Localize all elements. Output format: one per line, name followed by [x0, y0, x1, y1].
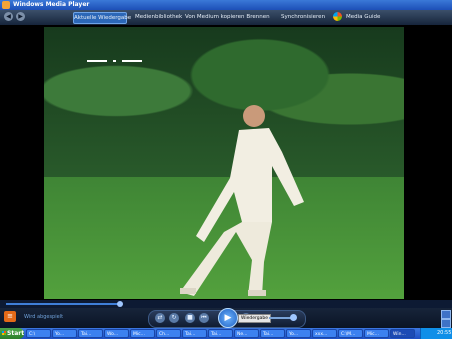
play-button[interactable]: ▶	[218, 308, 238, 328]
video-area[interactable]	[44, 27, 404, 299]
title-bar: Windows Media Player	[0, 0, 452, 10]
taskbar-item[interactable]: xxx...	[312, 329, 337, 338]
taskbar-item[interactable]: Tai...	[182, 329, 207, 338]
taskbar-item[interactable]: Mic...	[130, 329, 155, 338]
fullscreen-icon[interactable]	[441, 310, 451, 319]
switch-view-icon[interactable]	[441, 319, 451, 328]
previous-button[interactable]: ⏮	[199, 313, 209, 323]
start-button[interactable]: Start	[0, 328, 24, 339]
volume-thumb[interactable]	[290, 314, 297, 321]
tab-media-guide[interactable]: Media Guide	[346, 12, 380, 22]
media-guide-logo-icon	[333, 12, 342, 21]
taskbar-item[interactable]: Yo...	[52, 329, 77, 338]
taskbar-item[interactable]: C:\M...	[338, 329, 363, 338]
tab-burn[interactable]: Brennen	[246, 12, 270, 22]
seek-bar[interactable]	[0, 300, 452, 308]
taskbar-item[interactable]: Ne...	[234, 329, 259, 338]
tab-now-playing[interactable]: Aktuelle Wiedergabe	[73, 12, 131, 24]
video-osd-marks	[87, 60, 147, 64]
taskbar-item[interactable]: Mic...	[364, 329, 389, 338]
tab-sync[interactable]: Synchronisieren	[281, 12, 325, 22]
tai-chi-figure	[180, 105, 304, 296]
forward-button[interactable]: ▶	[16, 12, 25, 21]
navigation-bar: ◀ ▶ Aktuelle Wiedergabe Medienbibliothek…	[0, 10, 452, 25]
clock: 20:55	[437, 330, 452, 336]
window-title: Windows Media Player	[13, 1, 90, 8]
taskbar-item[interactable]: Tai...	[260, 329, 285, 338]
seek-progress	[6, 303, 121, 305]
back-button[interactable]: ◀	[4, 12, 13, 21]
stop-button[interactable]: ■	[185, 313, 195, 323]
shuffle-button[interactable]: ⇄	[155, 313, 165, 323]
taskbar-item[interactable]: Wo...	[104, 329, 129, 338]
taskbar-item[interactable]: Win...	[390, 329, 415, 338]
seek-thumb[interactable]	[117, 301, 124, 307]
status-text: Wird abgespielt	[24, 314, 64, 320]
taskbar-item[interactable]: Tai...	[78, 329, 103, 338]
wmp-app-icon	[2, 1, 10, 9]
taskbar: Start C:\ Yo... Tai... Wo... Mic... Ch... Tai.…	[0, 328, 452, 339]
tab-rip[interactable]: Von Medium kopieren	[185, 12, 244, 22]
taskbar-item[interactable]: Yo...	[286, 329, 311, 338]
taskbar-item[interactable]: Tai...	[208, 329, 233, 338]
repeat-button[interactable]: ↻	[169, 313, 179, 323]
taskbar-item[interactable]: Ch...	[156, 329, 181, 338]
show-menu-button[interactable]: ≡	[4, 311, 16, 322]
tab-library[interactable]: Medienbibliothek	[135, 12, 182, 22]
play-tooltip: Wiedergabe	[238, 314, 272, 323]
taskbar-item[interactable]: C:\	[26, 329, 51, 338]
